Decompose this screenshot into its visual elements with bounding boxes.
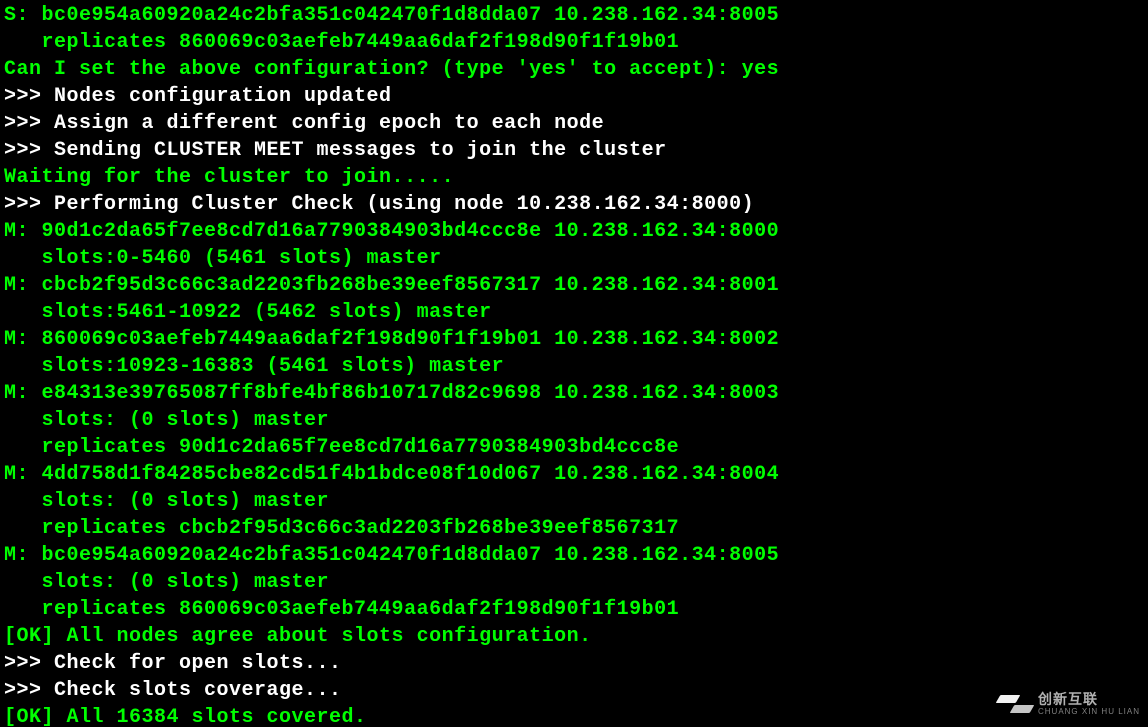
terminal-segment: M: 860069c03aefeb7449aa6daf2f198d90f1f19… [4, 328, 779, 351]
terminal-segment: M: bc0e954a60920a24c2bfa351c042470f1d8dd… [4, 544, 779, 567]
terminal-line: slots: (0 slots) master [4, 407, 1144, 434]
terminal-line: slots:0-5460 (5461 slots) master [4, 245, 1144, 272]
terminal-line: M: 4dd758d1f84285cbe82cd51f4b1bdce08f10d… [4, 461, 1144, 488]
terminal-segment: >>> Performing Cluster Check (using node… [4, 193, 754, 216]
terminal-line: Can I set the above configuration? (type… [4, 56, 1144, 83]
terminal-segment: slots: (0 slots) master [4, 571, 329, 594]
terminal-line: >>> Performing Cluster Check (using node… [4, 191, 1144, 218]
terminal-segment: M: cbcb2f95d3c66c3ad2203fb268be39eef8567… [4, 274, 779, 297]
terminal-segment: >>> Check slots coverage... [4, 679, 342, 702]
terminal-line: M: 90d1c2da65f7ee8cd7d16a7790384903bd4cc… [4, 218, 1144, 245]
terminal-line: >>> Check slots coverage... [4, 677, 1144, 704]
watermark-text: 创新互联 CHUANG XIN HU LIAN [1038, 692, 1140, 716]
terminal-segment: [OK] All nodes agree about slots configu… [4, 625, 592, 648]
terminal-segment: M: 4dd758d1f84285cbe82cd51f4b1bdce08f10d… [4, 463, 779, 486]
logo-icon [998, 687, 1032, 721]
terminal-line: S: bc0e954a60920a24c2bfa351c042470f1d8dd… [4, 2, 1144, 29]
terminal-segment: replicates 90d1c2da65f7ee8cd7d16a7790384… [4, 436, 679, 459]
terminal-segment: Waiting for the cluster to join..... [4, 166, 454, 189]
watermark-cn: 创新互联 [1038, 692, 1140, 706]
terminal-line: M: 860069c03aefeb7449aa6daf2f198d90f1f19… [4, 326, 1144, 353]
terminal-line: >>> Assign a different config epoch to e… [4, 110, 1144, 137]
terminal-line: M: e84313e39765087ff8bfe4bf86b10717d82c9… [4, 380, 1144, 407]
terminal-line: slots: (0 slots) master [4, 569, 1144, 596]
terminal-segment: S: bc0e954a60920a24c2bfa351c042470f1d8dd… [4, 4, 779, 27]
terminal-line: replicates 860069c03aefeb7449aa6daf2f198… [4, 29, 1144, 56]
terminal-segment: M: e84313e39765087ff8bfe4bf86b10717d82c9… [4, 382, 779, 405]
terminal-segment: >>> Check for open slots... [4, 652, 342, 675]
terminal-line: replicates 90d1c2da65f7ee8cd7d16a7790384… [4, 434, 1144, 461]
terminal-line: slots:5461-10922 (5462 slots) master [4, 299, 1144, 326]
terminal-line: M: bc0e954a60920a24c2bfa351c042470f1d8dd… [4, 542, 1144, 569]
terminal-line: replicates cbcb2f95d3c66c3ad2203fb268be3… [4, 515, 1144, 542]
terminal-line: replicates 860069c03aefeb7449aa6daf2f198… [4, 596, 1144, 623]
terminal-segment: replicates 860069c03aefeb7449aa6daf2f198… [4, 598, 679, 621]
terminal-line: >>> Sending CLUSTER MEET messages to joi… [4, 137, 1144, 164]
terminal-line: [OK] All nodes agree about slots configu… [4, 623, 1144, 650]
terminal-line: Waiting for the cluster to join..... [4, 164, 1144, 191]
watermark-en: CHUANG XIN HU LIAN [1038, 708, 1140, 716]
terminal-segment: slots: (0 slots) master [4, 490, 329, 513]
terminal-line: >>> Check for open slots... [4, 650, 1144, 677]
terminal-segment: >>> Nodes configuration updated [4, 85, 392, 108]
terminal-line: [OK] All 16384 slots covered. [4, 704, 1144, 727]
terminal-segment: slots:0-5460 (5461 slots) master [4, 247, 442, 270]
terminal-segment: replicates cbcb2f95d3c66c3ad2203fb268be3… [4, 517, 679, 540]
terminal-line: slots: (0 slots) master [4, 488, 1144, 515]
terminal-segment: slots:10923-16383 (5461 slots) master [4, 355, 504, 378]
terminal-segment: Can I set the above configuration? (type… [4, 58, 779, 81]
terminal-segment: >>> Sending CLUSTER MEET messages to joi… [4, 139, 667, 162]
terminal-line: >>> Nodes configuration updated [4, 83, 1144, 110]
terminal-line: slots:10923-16383 (5461 slots) master [4, 353, 1144, 380]
terminal-segment: M: 90d1c2da65f7ee8cd7d16a7790384903bd4cc… [4, 220, 779, 243]
terminal-line: M: cbcb2f95d3c66c3ad2203fb268be39eef8567… [4, 272, 1144, 299]
watermark-logo: 创新互联 CHUANG XIN HU LIAN [998, 687, 1140, 721]
terminal-segment: slots: (0 slots) master [4, 409, 329, 432]
terminal-segment: replicates 860069c03aefeb7449aa6daf2f198… [4, 31, 679, 54]
terminal-segment: [OK] All 16384 slots covered. [4, 706, 367, 727]
terminal-segment: >>> Assign a different config epoch to e… [4, 112, 604, 135]
terminal-output: S: bc0e954a60920a24c2bfa351c042470f1d8dd… [0, 0, 1148, 727]
terminal-segment: slots:5461-10922 (5462 slots) master [4, 301, 492, 324]
